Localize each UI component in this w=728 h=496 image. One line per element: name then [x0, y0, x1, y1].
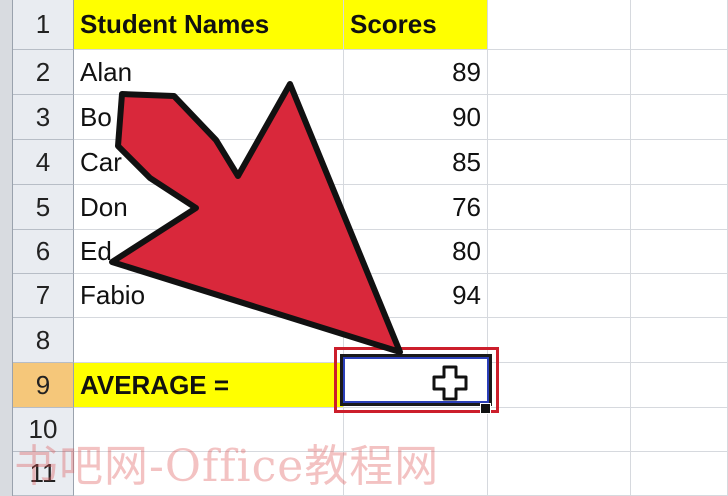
watermark: 书吧网-Office教程网	[14, 441, 440, 492]
red-arrow-icon	[109, 81, 403, 355]
spreadsheet: 1 2 3 4 5 6 7 8 9 10 11 Student Names Sc…	[0, 0, 728, 496]
